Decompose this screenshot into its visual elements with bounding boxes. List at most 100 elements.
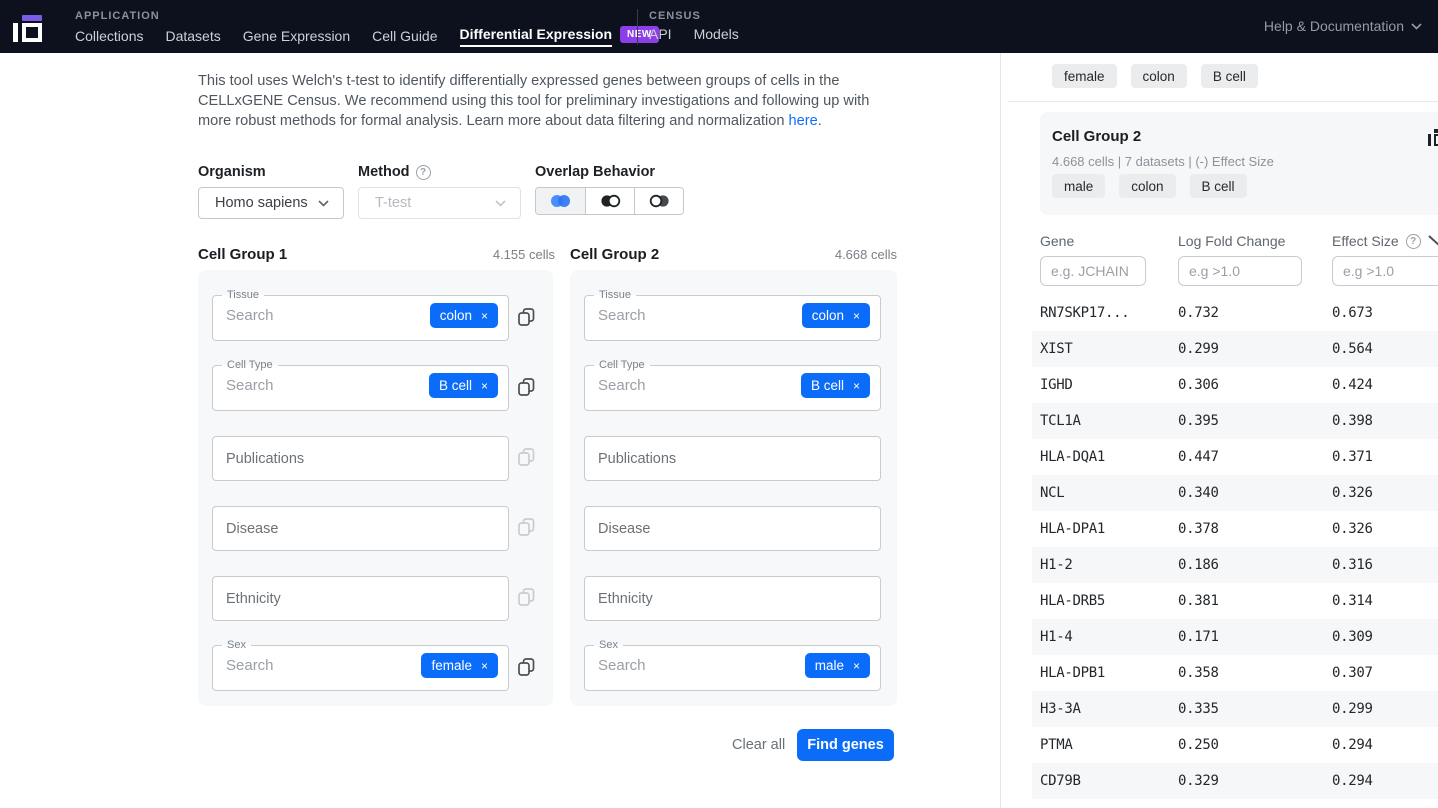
table-row: RN7SKP17...0.7320.673 — [1032, 295, 1438, 331]
cell-group-1-title: Cell Group 1 — [198, 246, 287, 263]
overlap-option-union[interactable] — [536, 188, 585, 214]
organism-select[interactable]: Homo sapiens — [198, 187, 344, 219]
ethnicity-field[interactable]: Ethnicity — [584, 576, 881, 621]
sex-field-label: Sex — [594, 639, 623, 651]
tissue-field-label: Tissue — [594, 289, 636, 301]
cell-type-field[interactable]: Cell Type B cell× — [212, 359, 509, 411]
effect-size-filter-input[interactable] — [1332, 256, 1438, 286]
chevron-down-icon — [495, 200, 506, 207]
log-fold-change-cell: 0.299 — [1178, 341, 1332, 357]
log-fold-change-cell: 0.381 — [1178, 593, 1332, 609]
effect-size-cell: 0.294 — [1332, 773, 1438, 789]
nav-link-models[interactable]: Models — [694, 26, 739, 42]
gene-name-cell: HLA-DQA1 — [1040, 449, 1178, 465]
tissue-search-input[interactable] — [226, 307, 346, 324]
nav-link-api[interactable]: API — [649, 26, 672, 42]
overlap-option-exclude-right[interactable] — [634, 188, 683, 214]
log-fold-change-filter-input[interactable] — [1178, 256, 1302, 286]
sex-chip[interactable]: male× — [805, 653, 870, 678]
learn-more-link[interactable]: here — [789, 113, 818, 129]
sex-search-input[interactable] — [226, 657, 346, 674]
gene-column-header: Gene — [1040, 233, 1074, 249]
clear-all-button[interactable]: Clear all — [732, 737, 785, 753]
nav-link-gene-expression[interactable]: Gene Expression — [243, 28, 350, 44]
cell-type-search-input[interactable] — [226, 377, 346, 394]
chevron-down-icon — [1411, 23, 1422, 30]
copy-sex-button[interactable] — [518, 658, 536, 678]
chip-close-icon[interactable]: × — [853, 380, 860, 392]
gene-name-cell: PTMA — [1040, 737, 1178, 753]
log-fold-change-cell: 0.395 — [1178, 413, 1332, 429]
effect-size-cell: 0.673 — [1332, 305, 1438, 321]
help-documentation-menu[interactable]: Help & Documentation — [1264, 18, 1422, 34]
tissue-search-input[interactable] — [598, 307, 718, 324]
find-genes-button[interactable]: Find genes — [797, 729, 894, 761]
organism-label: Organism — [198, 164, 266, 180]
copy-tissue-button[interactable] — [518, 308, 536, 328]
table-row: TCL1A0.3950.398 — [1032, 403, 1438, 439]
publications-field[interactable]: Publications — [584, 436, 881, 481]
effect-size-cell: 0.398 — [1332, 413, 1438, 429]
disease-field[interactable]: Disease — [584, 506, 881, 551]
tissue-chip[interactable]: colon× — [430, 303, 498, 328]
tissue-field[interactable]: Tissue colon× — [212, 289, 509, 341]
table-row: HLA-DRB50.3810.314 — [1032, 583, 1438, 619]
publications-field[interactable]: Publications — [212, 436, 509, 481]
copy-cell-type-button[interactable] — [518, 378, 536, 398]
filter-tag: male — [1052, 174, 1105, 198]
gene-filter-input[interactable] — [1040, 256, 1146, 286]
top-nav: APPLICATION Collections Datasets Gene Ex… — [0, 0, 1438, 53]
cell-type-chip[interactable]: B cell× — [429, 373, 498, 398]
chip-close-icon[interactable]: × — [481, 660, 488, 672]
table-row: H1-20.1860.316 — [1032, 547, 1438, 583]
table-row: CD79B0.3290.294 — [1032, 763, 1438, 799]
method-help-icon[interactable]: ? — [416, 165, 431, 180]
nav-link-differential-expression[interactable]: Differential Expression — [460, 26, 613, 47]
chip-close-icon[interactable]: × — [481, 380, 488, 392]
sex-field[interactable]: Sex female× — [212, 639, 509, 691]
log-fold-change-cell: 0.358 — [1178, 665, 1332, 681]
gene-name-cell: HLA-DPA1 — [1040, 521, 1178, 537]
nav-divider — [637, 9, 638, 45]
log-fold-change-column-header: Log Fold Change — [1178, 233, 1285, 249]
chevron-down-icon — [318, 200, 329, 207]
overlap-option-exclude-left[interactable] — [585, 188, 634, 214]
disease-field[interactable]: Disease — [212, 506, 509, 551]
log-fold-change-cell: 0.171 — [1178, 629, 1332, 645]
tissue-field[interactable]: Tissue colon× — [584, 289, 881, 341]
cell-type-field[interactable]: Cell Type B cell× — [584, 359, 881, 411]
table-row: IGHD0.3060.424 — [1032, 367, 1438, 403]
overlap-behavior-segmented-control — [535, 187, 684, 215]
results-rows: RN7SKP17...0.7320.673XIST0.2990.564IGHD0… — [1032, 295, 1438, 799]
nav-link-cell-guide[interactable]: Cell Guide — [372, 28, 437, 44]
cell-type-chip[interactable]: B cell× — [801, 373, 870, 398]
filter-tag: colon — [1131, 64, 1187, 88]
sex-chip[interactable]: female× — [421, 653, 498, 678]
tissue-field-label: Tissue — [222, 289, 264, 301]
effect-size-cell: 0.371 — [1332, 449, 1438, 465]
sort-icon[interactable] — [1428, 235, 1438, 247]
effect-size-cell: 0.316 — [1332, 557, 1438, 573]
cellxgene-logo-icon[interactable] — [13, 10, 47, 42]
log-fold-change-cell: 0.447 — [1178, 449, 1332, 465]
chip-close-icon[interactable]: × — [481, 310, 488, 322]
tissue-chip[interactable]: colon× — [802, 303, 870, 328]
cell-type-search-input[interactable] — [598, 377, 718, 394]
sex-search-input[interactable] — [598, 657, 718, 674]
cell-type-field-label: Cell Type — [594, 359, 650, 371]
nav-link-collections[interactable]: Collections — [75, 28, 143, 44]
panel-divider — [1000, 53, 1001, 808]
effect-size-help-icon[interactable]: ? — [1406, 234, 1421, 249]
chip-close-icon[interactable]: × — [853, 310, 860, 322]
cell-group-1-count: 4.155 cells — [395, 247, 555, 262]
table-row: NCL0.3400.326 — [1032, 475, 1438, 511]
sex-field[interactable]: Sex male× — [584, 639, 881, 691]
nav-link-datasets[interactable]: Datasets — [165, 28, 220, 44]
census-section-label: CENSUS — [649, 10, 701, 22]
ethnicity-field[interactable]: Ethnicity — [212, 576, 509, 621]
chip-close-icon[interactable]: × — [853, 660, 860, 672]
effect-size-cell: 0.307 — [1332, 665, 1438, 681]
gene-name-cell: IGHD — [1040, 377, 1178, 393]
gene-name-cell: XIST — [1040, 341, 1178, 357]
log-fold-change-cell: 0.378 — [1178, 521, 1332, 537]
